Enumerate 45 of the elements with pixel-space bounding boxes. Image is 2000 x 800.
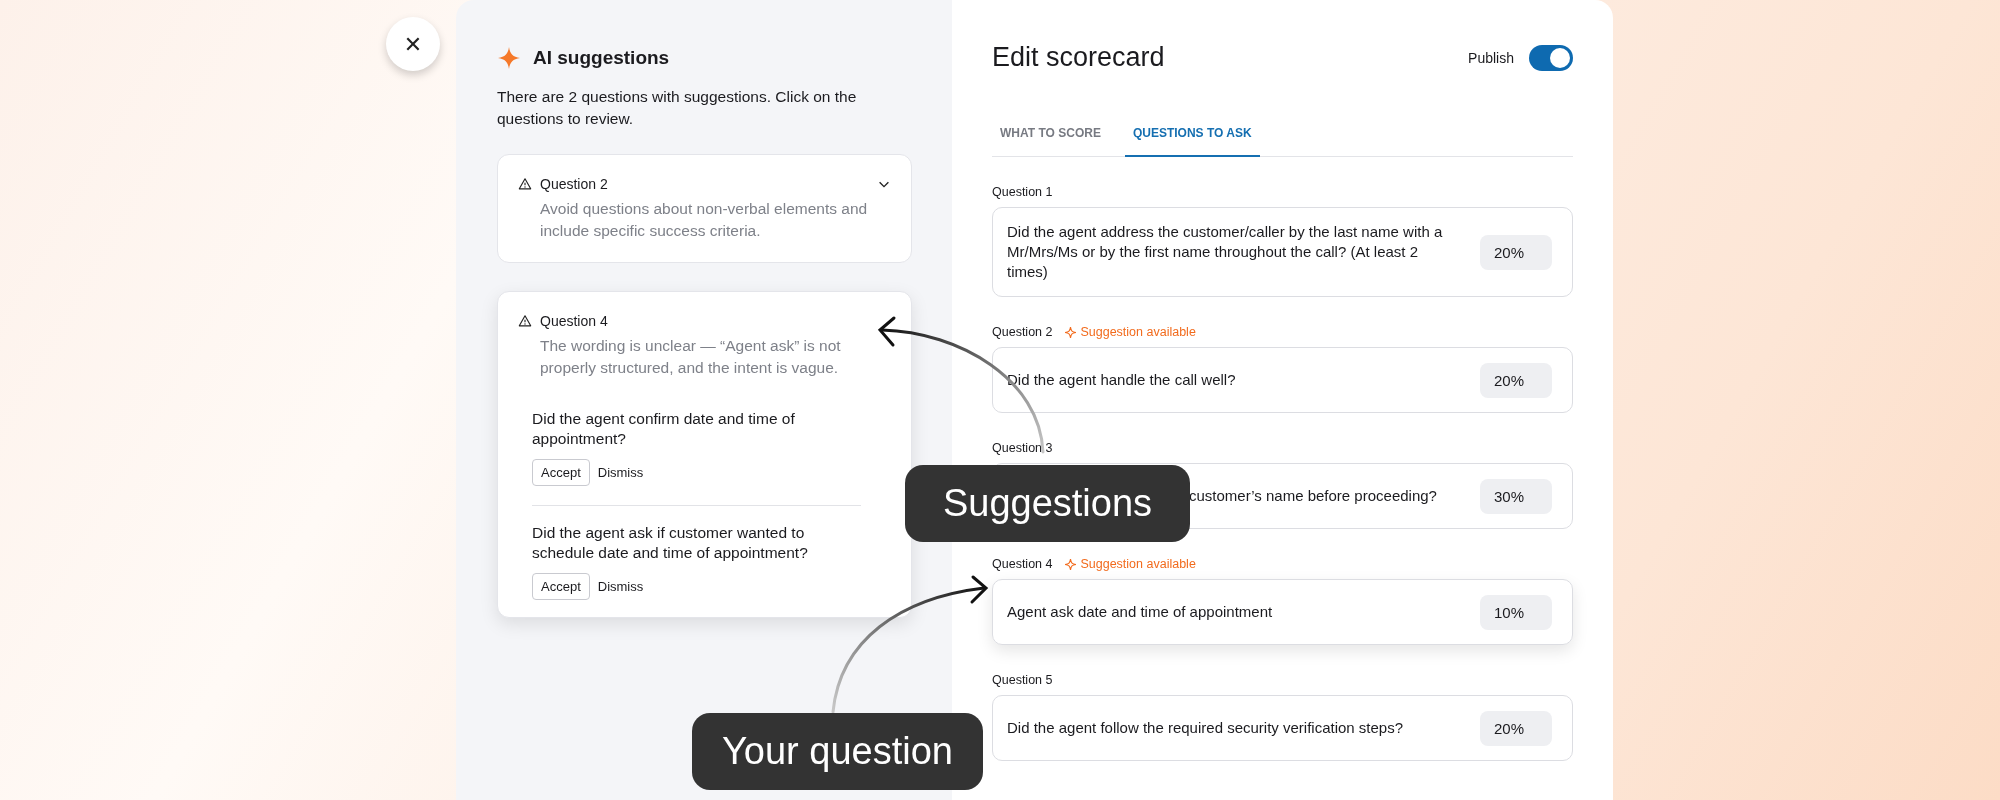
weight-field[interactable]: 20%: [1480, 362, 1552, 398]
warning-icon: [518, 177, 532, 191]
question-text: Did the agent follow the required security verification steps?: [1007, 718, 1405, 738]
sparkle-icon: [1064, 557, 1078, 571]
question-label: Question 5: [992, 673, 1053, 687]
suggestion-available-label: Suggestion available: [1080, 325, 1196, 339]
accept-button[interactable]: Accept: [532, 573, 590, 600]
publish-toggle[interactable]: [1529, 44, 1573, 71]
card-title: Question 2: [540, 176, 609, 192]
page-title: Edit scorecard: [992, 42, 1165, 73]
question-label: Question 1: [992, 185, 1053, 199]
weight-field[interactable]: 20%: [1480, 710, 1552, 746]
panel-title: AI suggestions: [533, 47, 670, 69]
weight-field[interactable]: 30%: [1480, 478, 1552, 514]
suggested-question: Did the agent confirm date and time of appointment?: [532, 409, 796, 449]
question-field[interactable]: Did the agent follow the required security verification steps? 20%: [992, 695, 1573, 761]
question-text: Did the agent address the customer/caller by the last name with a Mr/Mrs/Ms or by the first name throughout the call? (At least 2 times): [1007, 222, 1444, 282]
sparkle-icon: [497, 46, 521, 70]
dismiss-button[interactable]: Dismiss: [593, 574, 648, 599]
tab[interactable]: QUESTIONS TO ASK: [1124, 113, 1260, 157]
suggestion-available-label: Suggestion available: [1080, 557, 1196, 571]
suggested-question: Did the agent ask if customer wanted to schedule date and time of appointment?: [532, 523, 809, 563]
callout-tooltip: Suggestions: [905, 465, 1190, 542]
card-title: Question 4: [540, 313, 609, 329]
card-message: Avoid questions about non-verbal elements and include specific success criteria.: [540, 199, 869, 241]
question-field[interactable]: Agent ask date and time of appointment 10%: [992, 579, 1573, 645]
question-label: Question 2: [992, 325, 1053, 339]
callout-tooltip: Your question: [692, 713, 983, 790]
question-text: Agent ask date and time of appointment: [1007, 602, 1274, 622]
sparkle-icon: [1064, 325, 1078, 339]
tab[interactable]: WHAT TO SCORE: [992, 113, 1109, 157]
suggestion-card[interactable]: Question 2 Avoid questions about non-verbal elements and include specific success criteria.: [497, 154, 912, 263]
card-message: The wording is unclear — “Agent ask” is not properly structured, and the intent is vague.: [540, 336, 842, 378]
accept-button[interactable]: Accept: [532, 459, 590, 486]
question-label: Question 4: [992, 557, 1053, 571]
warning-icon: [518, 314, 532, 328]
publish-label: Publish: [1468, 49, 1514, 66]
dismiss-button[interactable]: Dismiss: [593, 460, 648, 485]
question-field[interactable]: Did the agent address the customer/caller by the last name with a Mr/Mrs/Ms or by the first name throughout the call? (At least 2 times) 20%: [992, 207, 1573, 297]
question-label: Question 3: [992, 441, 1053, 455]
panel-description: There are 2 questions with suggestions. Click on the questions to review.: [497, 87, 858, 129]
weight-field[interactable]: 20%: [1480, 234, 1552, 270]
weight-field[interactable]: 10%: [1480, 594, 1552, 630]
suggestion-card[interactable]: [497, 291, 912, 618]
close-button[interactable]: ✕: [386, 17, 440, 71]
